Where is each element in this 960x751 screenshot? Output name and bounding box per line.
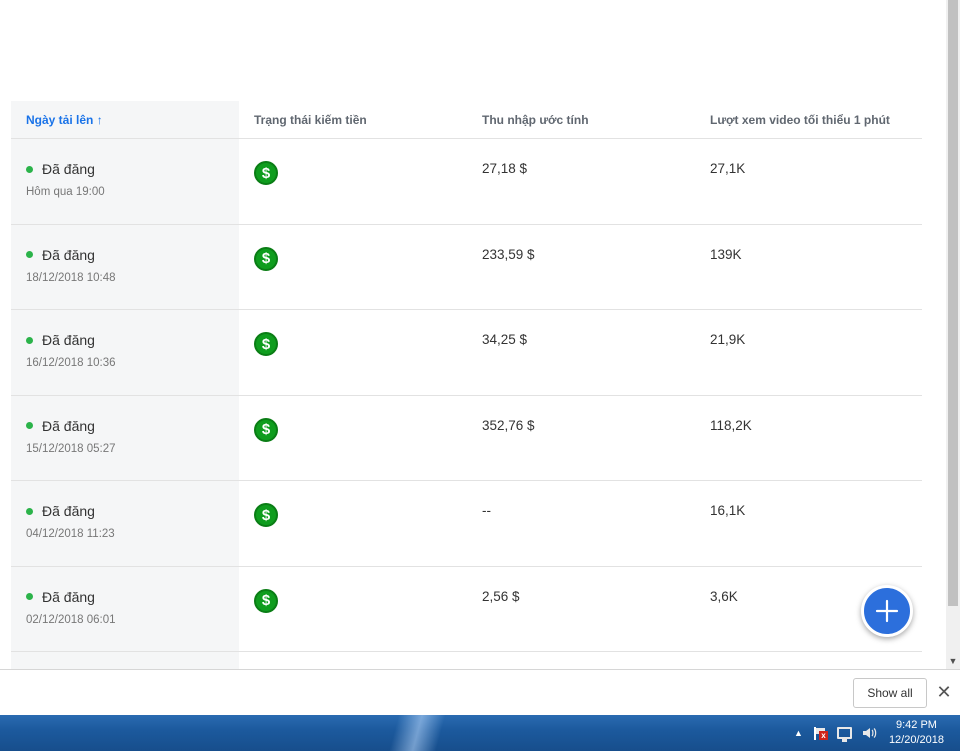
upload-date-cell: Đã đăng 15/12/2018 05:27 — [11, 395, 239, 480]
upload-date: Hôm qua 19:00 — [26, 186, 105, 198]
clock-time: 9:42 PM — [895, 719, 937, 731]
scroll-down-arrow-icon[interactable]: ▼ — [946, 653, 960, 669]
upload-date: 02/12/2018 06:01 — [26, 613, 116, 626]
earnings-cell: 27,18 $ — [482, 161, 528, 176]
header-monetization[interactable]: Trạng thái kiếm tiền — [239, 101, 467, 138]
status-label: Đã đăng — [42, 588, 95, 605]
monetization-cell: $ — [239, 139, 467, 224]
network-icon[interactable] — [836, 727, 852, 742]
table-row[interactable]: Đã đăng Hôm qua 19:00 $ 27,18 $ 27,1K — [11, 139, 922, 225]
upload-date-cell — [11, 652, 239, 669]
show-hidden-icons-icon[interactable]: ▲ — [794, 728, 803, 738]
status: Đã đăng — [26, 161, 239, 177]
upload-date: 16/12/2018 10:36 — [26, 357, 116, 369]
monetization-cell: $ — [239, 481, 467, 566]
upload-date-cell: Đã đăng 16/12/2018 10:36 — [11, 310, 239, 395]
status-dot-icon — [26, 336, 33, 344]
status-label: Đã đăng — [42, 503, 95, 519]
table-row[interactable]: Đã đăng 16/12/2018 10:36 $ 34,25 $ 21,9K — [11, 310, 922, 396]
status-dot-icon — [26, 165, 33, 173]
earnings-cell: 34,25 $ — [482, 332, 528, 347]
status: Đã đăng — [26, 418, 239, 434]
taskbar-glow — [360, 715, 480, 751]
table-row[interactable]: Đã đăng 04/12/2018 11:23 $ -- 16,1K — [11, 481, 922, 567]
views-cell: 139K — [710, 246, 742, 262]
upload-date: 04/12/2018 11:23 — [26, 528, 115, 540]
views-cell: 21,9K — [710, 332, 746, 347]
system-tray: ▲ x 9:42 PM 12/20/2018 — [789, 715, 960, 751]
table-row[interactable]: Đã đăng 15/12/2018 05:27 $ 352,76 $ 118,… — [11, 395, 922, 481]
video-table: Ngày tải lên ↑ Trạng thái kiếm tiền Thu … — [11, 101, 922, 669]
status: Đã đăng — [26, 332, 239, 348]
upload-date-cell: Đã đăng Hôm qua 19:00 — [11, 139, 239, 224]
show-all-button[interactable]: Show all — [853, 678, 927, 708]
status: Đã đăng — [26, 247, 239, 263]
dollar-circle-icon[interactable]: $ — [254, 588, 278, 613]
views-cell: 118,2K — [710, 417, 752, 433]
scrollbar-thumb[interactable] — [948, 0, 958, 606]
dollar-circle-icon[interactable]: $ — [254, 417, 278, 442]
upload-date: 18/12/2018 10:48 — [26, 271, 116, 284]
status-label: Đã đăng — [42, 332, 95, 348]
studio-page: Ngày tải lên ↑ Trạng thái kiếm tiền Thu … — [0, 0, 946, 669]
table-header: Ngày tải lên ↑ Trạng thái kiếm tiền Thu … — [11, 101, 922, 139]
action-center-flag-icon[interactable]: x — [813, 726, 828, 740]
header-earnings[interactable]: Thu nhập ước tính — [467, 101, 695, 138]
table-row[interactable] — [11, 652, 922, 669]
monetization-cell: $ — [239, 567, 467, 652]
dollar-circle-icon[interactable]: $ — [254, 332, 278, 356]
monetization-cell: $ — [239, 225, 467, 310]
earnings-cell: 2,56 $ — [482, 588, 520, 604]
status: Đã đăng — [26, 503, 239, 519]
header-upload-date[interactable]: Ngày tải lên ↑ — [11, 101, 239, 138]
table-row[interactable]: Đã đăng 02/12/2018 06:01 $ 2,56 $ 3,6K — [11, 566, 922, 652]
status-label: Đã đăng — [42, 246, 95, 263]
upload-date: 15/12/2018 05:27 — [26, 442, 116, 455]
plus-icon — [875, 599, 899, 623]
vertical-scrollbar[interactable]: ▼ — [946, 0, 960, 669]
status-dot-icon — [26, 251, 33, 258]
close-icon[interactable]: ✕ — [934, 682, 954, 702]
dollar-circle-icon[interactable]: $ — [254, 503, 278, 527]
earnings-cell: 233,59 $ — [482, 246, 535, 262]
table-row[interactable]: Đã đăng 18/12/2018 10:48 $ 233,59 $ 139K — [11, 224, 922, 310]
earnings-cell: 352,76 $ — [482, 417, 535, 433]
dollar-circle-icon[interactable]: $ — [254, 161, 278, 185]
status-label: Đã đăng — [42, 417, 95, 434]
system-clock[interactable]: 9:42 PM 12/20/2018 — [889, 718, 944, 748]
upload-date-cell: Đã đăng 02/12/2018 06:01 — [11, 566, 239, 651]
windows-taskbar: ▲ x 9:42 PM 12/20/2018 — [0, 715, 960, 751]
status-dot-icon — [26, 593, 33, 600]
views-cell: 27,1K — [710, 161, 746, 176]
views-cell: 16,1K — [710, 503, 746, 518]
header-views[interactable]: Lượt xem video tối thiểu 1 phút — [695, 101, 922, 138]
monetization-cell: $ — [239, 396, 467, 481]
status-dot-icon — [26, 507, 33, 515]
clock-date: 12/20/2018 — [888, 734, 944, 746]
upload-date-cell: Đã đăng 18/12/2018 10:48 — [11, 224, 239, 309]
create-button[interactable] — [861, 585, 913, 637]
download-bar: Show all ✕ — [0, 669, 960, 715]
earnings-cell: -- — [482, 503, 491, 518]
status-dot-icon — [26, 422, 33, 429]
volume-icon[interactable] — [862, 726, 878, 740]
monetization-cell: $ — [239, 310, 467, 395]
status-label: Đã đăng — [42, 161, 95, 177]
upload-date-cell: Đã đăng 04/12/2018 11:23 — [11, 481, 239, 566]
status: Đã đăng — [26, 589, 239, 605]
dollar-circle-icon[interactable]: $ — [254, 246, 278, 271]
